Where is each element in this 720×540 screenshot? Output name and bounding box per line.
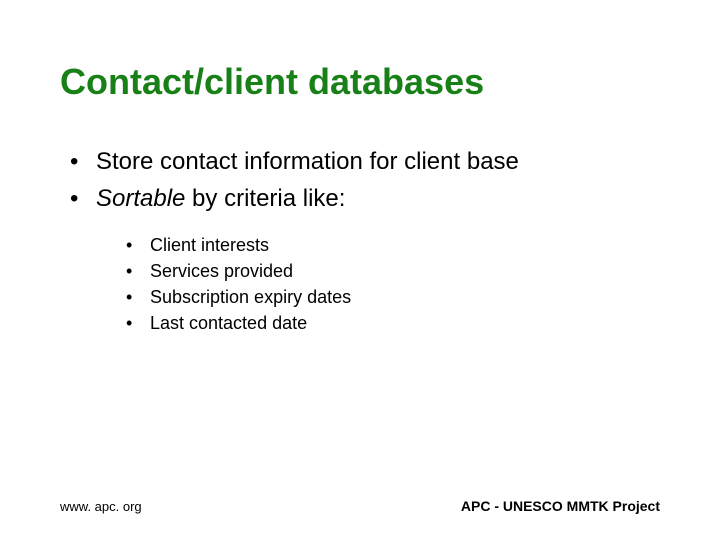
footer: www. apc. org APC - UNESCO MMTK Project: [60, 498, 660, 514]
bullet-text: by criteria like:: [185, 185, 345, 212]
sub-bullet-item: Subscription expiry dates: [126, 284, 660, 310]
bullet-italic-word: Sortable: [96, 185, 185, 212]
sub-bullet-list: Client interests Services provided Subsc…: [126, 232, 660, 336]
slide: Contact/client databases Store contact i…: [0, 0, 720, 540]
sub-bullet-item: Services provided: [126, 258, 660, 284]
bullet-item: Sortable by criteria like: Client intere…: [70, 180, 660, 336]
bullet-item: Store contact information for client bas…: [70, 143, 660, 180]
footer-project: APC - UNESCO MMTK Project: [461, 498, 660, 514]
main-bullet-list: Store contact information for client bas…: [70, 143, 660, 336]
sub-bullet-item: Client interests: [126, 232, 660, 258]
sub-bullet-item: Last contacted date: [126, 310, 660, 336]
footer-url: www. apc. org: [60, 499, 142, 514]
slide-title: Contact/client databases: [60, 60, 660, 103]
